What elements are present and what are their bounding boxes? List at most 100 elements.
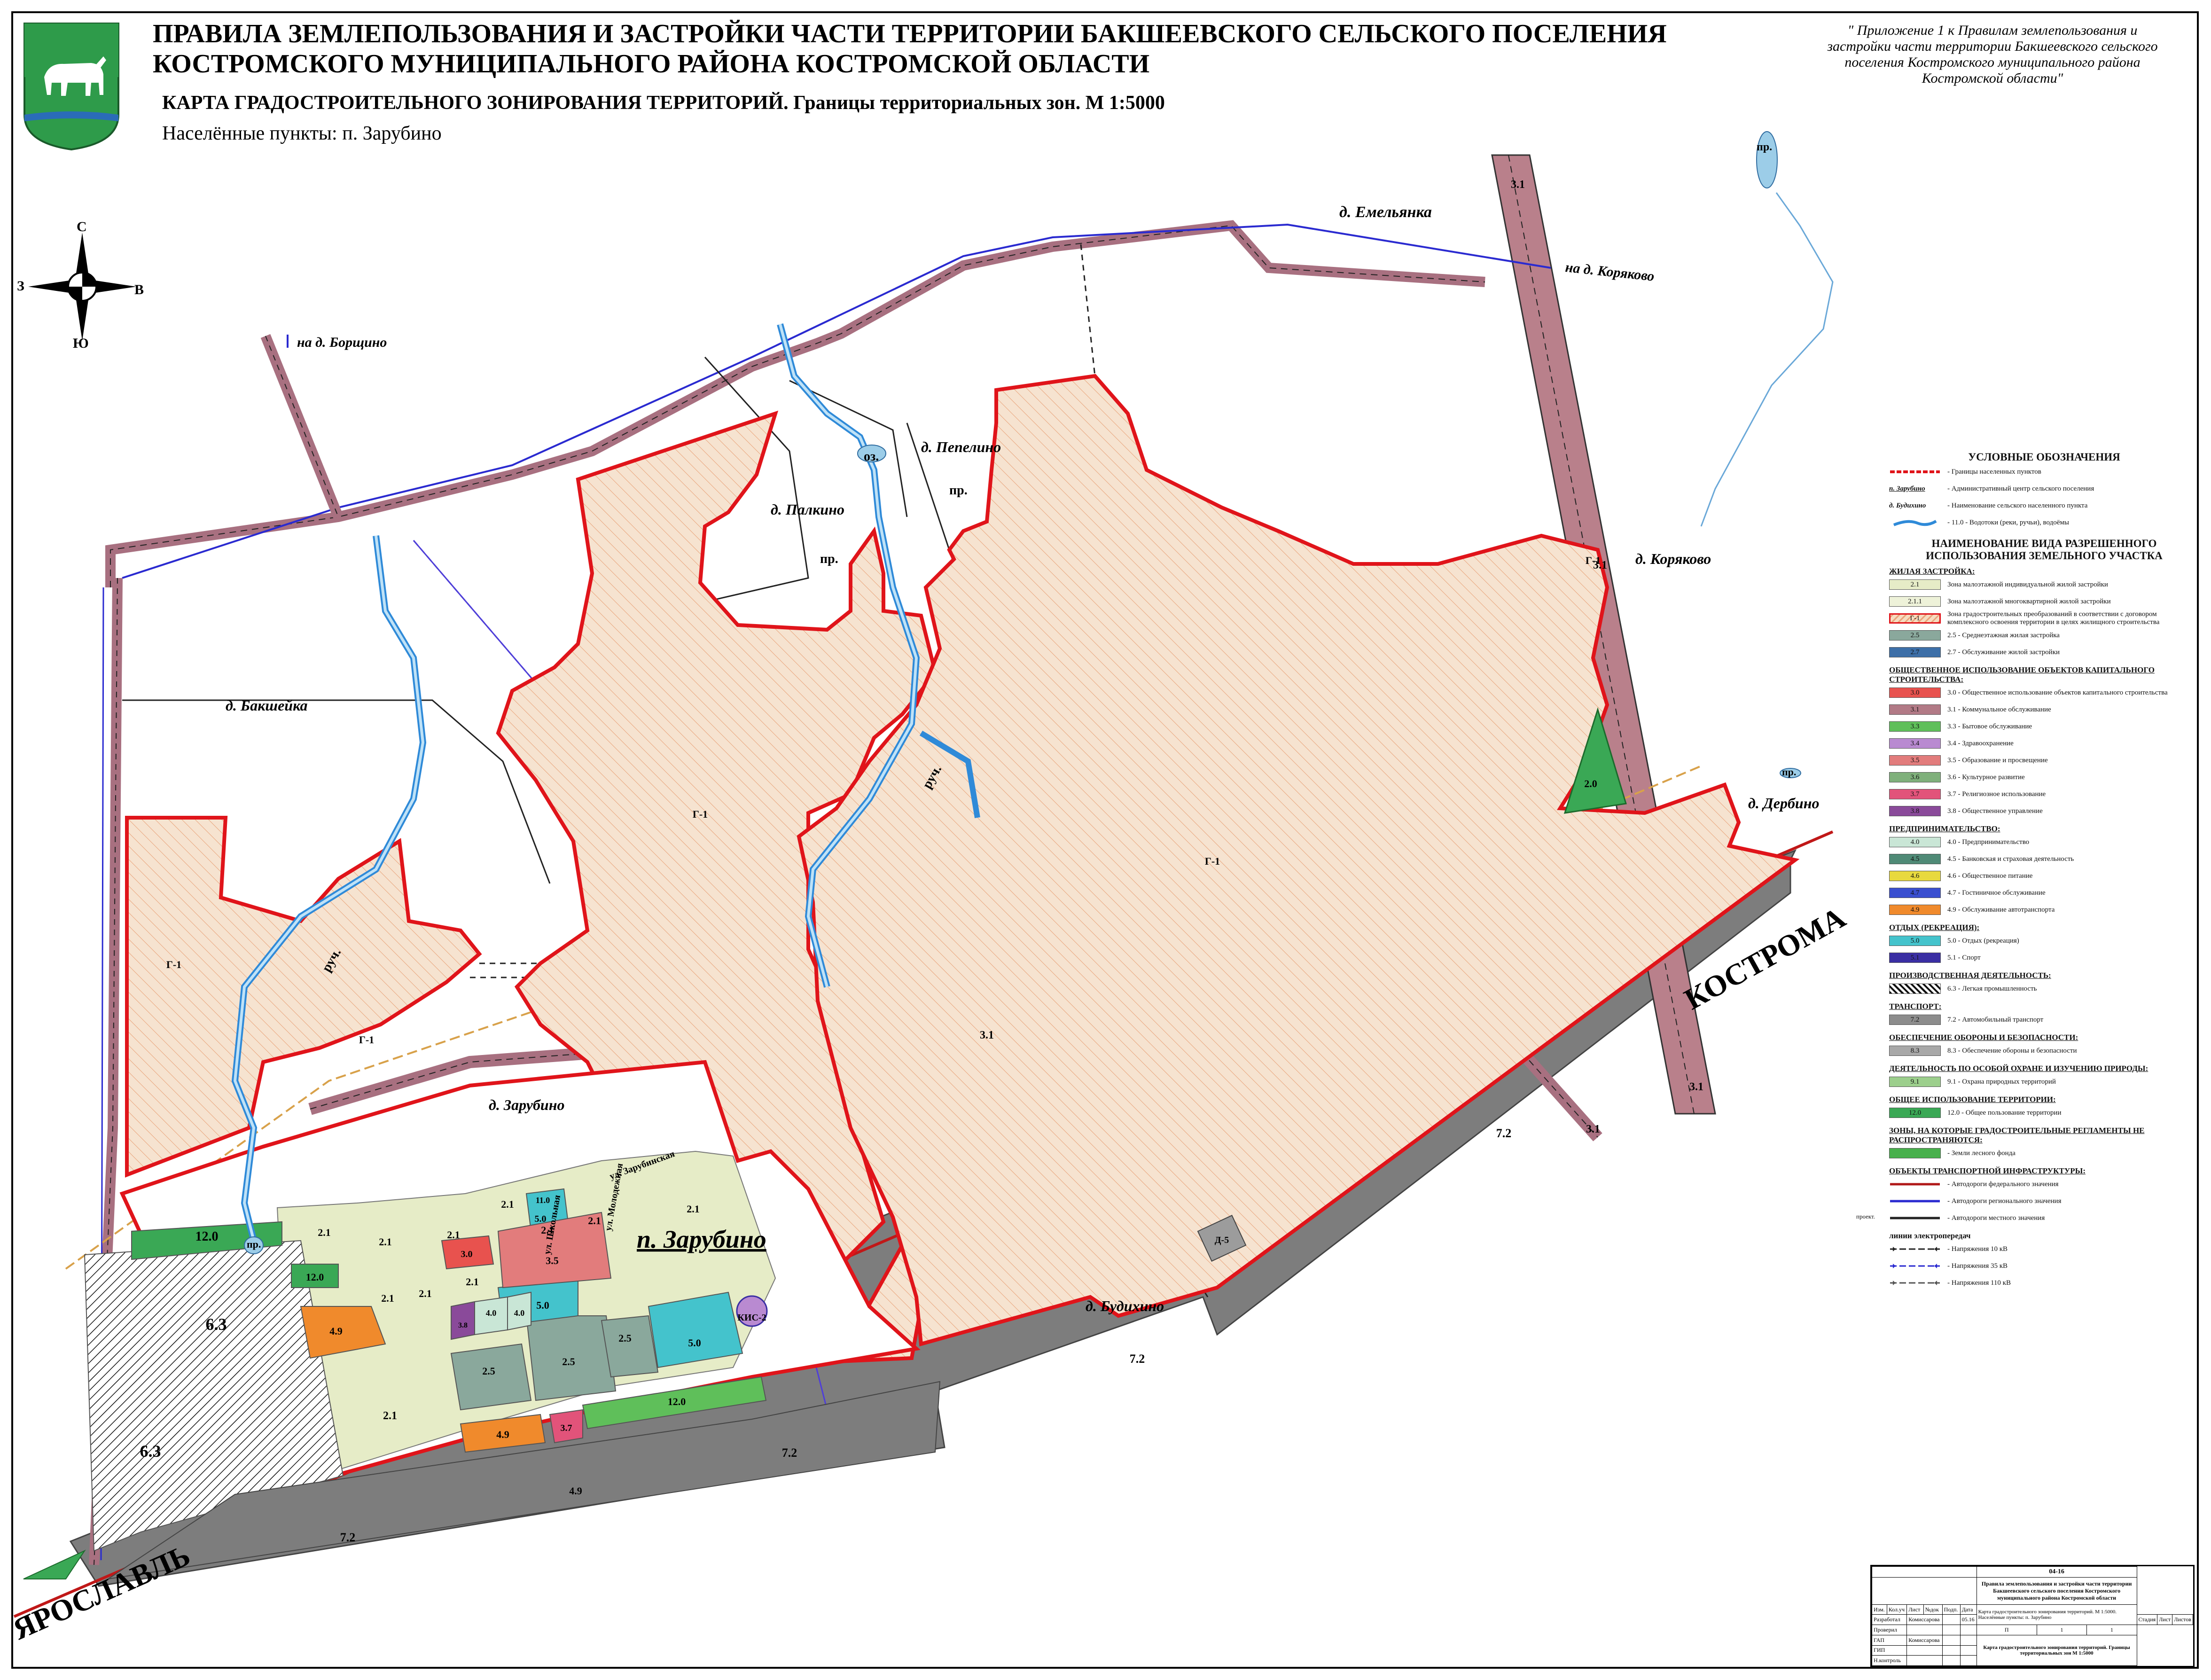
- legend-item-label: Зона малоэтажной многоквартирной жилой з…: [1947, 597, 2111, 605]
- legend-transport-swatch: [1889, 1179, 1941, 1189]
- legend-section-title: ОБЩЕЕ ИСПОЛЬЗОВАНИЕ ТЕРРИТОРИИ:: [1889, 1095, 2056, 1104]
- legend-power-label: - Напряжения 110 кВ: [1947, 1279, 2011, 1287]
- label-zarubino-village: д. Зарубино: [489, 1096, 564, 1113]
- label-to-borshchino: на д. Борщино: [297, 335, 387, 350]
- title-block-name: Комиссарова: [1906, 1634, 1943, 1646]
- label-to-koryakovo: на д. Коряково: [1564, 259, 1655, 284]
- legend-item: Г-1 Зона градостроительных преобразований…: [1889, 610, 2199, 627]
- legend-item: 8.3 8.3 - Обеспечение обороны и безопасно…: [1889, 1042, 2199, 1059]
- legend-swatch-code: 4.0: [1910, 838, 1920, 846]
- legend-swatch: Г-1: [1889, 613, 1941, 624]
- legend-transport-title: ОБЪЕКТЫ ТРАНСПОРТНОЙ ИНФРАСТРУКТУРЫ:: [1889, 1166, 2086, 1175]
- zone-label-20: 2.0: [1584, 778, 1597, 789]
- title-block: 04-16 Правила землепользования и застрой…: [1870, 1565, 2195, 1667]
- zone-label-21-i: 2.1: [588, 1215, 601, 1227]
- regional-road-north: [122, 223, 1551, 579]
- title-block-role: Н.контроль: [1871, 1655, 1907, 1666]
- zone-label-21-d: 2.1: [419, 1288, 432, 1299]
- legend-general-label: - Наименование сельского населенного пун…: [1947, 501, 2088, 509]
- zone-label-37: 3.7: [561, 1423, 572, 1433]
- legend-general-swatch: д. Будихино: [1889, 500, 1941, 511]
- legend-general-row: п. Зарубино - Административный центр сель…: [1889, 480, 2199, 497]
- zone-label-50-b: 5.0: [536, 1299, 549, 1311]
- legend-power-swatch: [1889, 1261, 1941, 1271]
- legend-section-title: ЖИЛАЯ ЗАСТРОЙКА:: [1889, 567, 1975, 576]
- legend-power-swatch: [1889, 1244, 1941, 1254]
- legend-section-title: ЗОНЫ, НА КОТОРЫЕ ГРАДОСТРОИТЕЛЬНЫЕ РЕГЛА…: [1889, 1126, 2145, 1144]
- zone-label-21-g: 2.1: [501, 1198, 514, 1210]
- zone-label-40-b: 4.0: [514, 1308, 525, 1318]
- legend-swatch: 3.3: [1889, 721, 1941, 732]
- title-block-col-header: Лист: [1906, 1604, 1924, 1615]
- zone-label-35: 3.5: [546, 1255, 559, 1266]
- zone-label-72-a: 7.2: [1496, 1126, 1512, 1140]
- zone-label-38: 3.8: [458, 1321, 468, 1329]
- legend-swatch-code: 3.6: [1910, 773, 1920, 781]
- zone-label-49-a: 4.9: [329, 1325, 343, 1337]
- zone-label-31-b: 3.1: [1593, 559, 1607, 571]
- zoning-map: д. Емельянка на д. Коряково на д. Борщин…: [8, 131, 1851, 1646]
- legend-swatch-code: 3.1: [1910, 705, 1920, 713]
- label-palkino: д. Палкино: [771, 501, 844, 518]
- title-block-sign: [1942, 1645, 1961, 1656]
- legend-swatch: 8.3: [1889, 1046, 1941, 1056]
- legend-item-label: - Земли лесного фонда: [1947, 1149, 2016, 1157]
- zone-label-120-b: 12.0: [306, 1271, 324, 1283]
- legend-swatch: 4.9: [1889, 905, 1941, 915]
- legend-item-label: 8.3 - Обеспечение обороны и безопасности: [1947, 1047, 2077, 1055]
- label-emelyanka: д. Емельянка: [1339, 203, 1432, 221]
- zone-label-50-c: 5.0: [535, 1214, 547, 1224]
- legend-swatch-code: 3.3: [1910, 722, 1920, 730]
- legend-section-title: ОБЩЕСТВЕННОЕ ИСПОЛЬЗОВАНИЕ ОБЪЕКТОВ КАПИ…: [1889, 665, 2155, 684]
- legend-swatch: 5.0: [1889, 936, 1941, 946]
- legend-item-label: Зона градостроительных преобразований в …: [1947, 610, 2160, 626]
- legend-item: 3.3 3.3 - Бытовое обслуживание: [1889, 718, 2199, 735]
- legend-item-label: 2.5 - Среднеэтажная жилая застройка: [1947, 631, 2060, 639]
- legend-item-label: 3.5 - Образование и просвещение: [1947, 756, 2048, 764]
- title-block-col-header: Подп.: [1942, 1604, 1961, 1615]
- zone-label-63-b: 6.3: [140, 1442, 161, 1461]
- legend-item-label: 6.3 - Легкая промышленность: [1947, 985, 2037, 992]
- legend-heading: УСЛОВНЫЕ ОБОЗНАЧЕНИЯ: [1968, 451, 2120, 463]
- legend-swatch-code: 2.1.1: [1908, 597, 1922, 605]
- compass-west: З: [17, 278, 24, 294]
- legend-swatch-code: 2.1: [1910, 580, 1920, 588]
- zone-green-sw: [23, 1549, 86, 1579]
- zone-label-21-f: 2.1: [466, 1276, 479, 1288]
- legend-swatch: 3.7: [1889, 789, 1941, 799]
- legend-swatch: 9.1: [1889, 1077, 1941, 1087]
- zone-label-21-h: 2.1: [541, 1224, 554, 1236]
- legend-transport-label: - Автодороги регионального значения: [1947, 1197, 2062, 1205]
- legend-item: 9.1 9.1 - Охрана природных территорий: [1889, 1073, 2199, 1090]
- legend-power-label: - Напряжения 10 кВ: [1947, 1245, 2008, 1253]
- legend-section-title: ДЕЯТЕЛЬНОСТЬ ПО ОСОБОЙ ОХРАНЕ И ИЗУЧЕНИЮ…: [1889, 1064, 2148, 1073]
- zone-2-5-a: [450, 1343, 532, 1411]
- zone-label-72-c: 7.2: [340, 1531, 356, 1544]
- title-block-name: Комиссарова: [1906, 1614, 1943, 1625]
- legend-swatch-code: 2.7: [1910, 648, 1920, 656]
- legend-general-label: - Границы населенных пунктов: [1947, 468, 2041, 476]
- legend-item: 5.0 5.0 - Отдых (рекреация): [1889, 932, 2199, 949]
- legend-power-row: - Напряжения 35 кВ: [1889, 1258, 2199, 1274]
- legend-swatch-code: Г-1: [1910, 614, 1920, 622]
- zone-label-30: 3.0: [461, 1249, 473, 1259]
- zone-label-g1-c: Г-1: [693, 808, 708, 820]
- title-block-col-header: Изм.: [1872, 1604, 1887, 1615]
- legend-swatch: 5.1: [1889, 953, 1941, 963]
- zone-label-21-c: 2.1: [381, 1292, 394, 1304]
- legend-item: 2.7 2.7 - Обслуживание жилой застройки: [1889, 644, 2199, 661]
- label-pond-south: пр.: [247, 1238, 261, 1250]
- legend-transport: - Автодороги федерального значения - Авто…: [1856, 1176, 2199, 1227]
- legend-item-label: 3.8 - Общественное управление: [1947, 807, 2043, 815]
- stream-ne: [1700, 192, 1834, 527]
- legend-swatch: 12.0: [1889, 1108, 1941, 1118]
- legend-general-swatch: п. Зарубино: [1889, 484, 1941, 494]
- zone-label-g1-b: Г-1: [359, 1034, 374, 1046]
- title-block-code: 04-16: [1976, 1566, 2137, 1578]
- legend-item-label: 4.9 - Обслуживание автотранспорта: [1947, 906, 2055, 914]
- legend-item-label: 5.0 - Отдых (рекреация): [1947, 937, 2019, 945]
- legend-swatch: 2.1: [1889, 579, 1941, 590]
- legend-swatch-code: 3.0: [1910, 688, 1920, 696]
- legend-general: - Границы населенных пунктов п. Зарубино -…: [1889, 463, 2199, 531]
- zone-label-72-b: 7.2: [782, 1446, 797, 1460]
